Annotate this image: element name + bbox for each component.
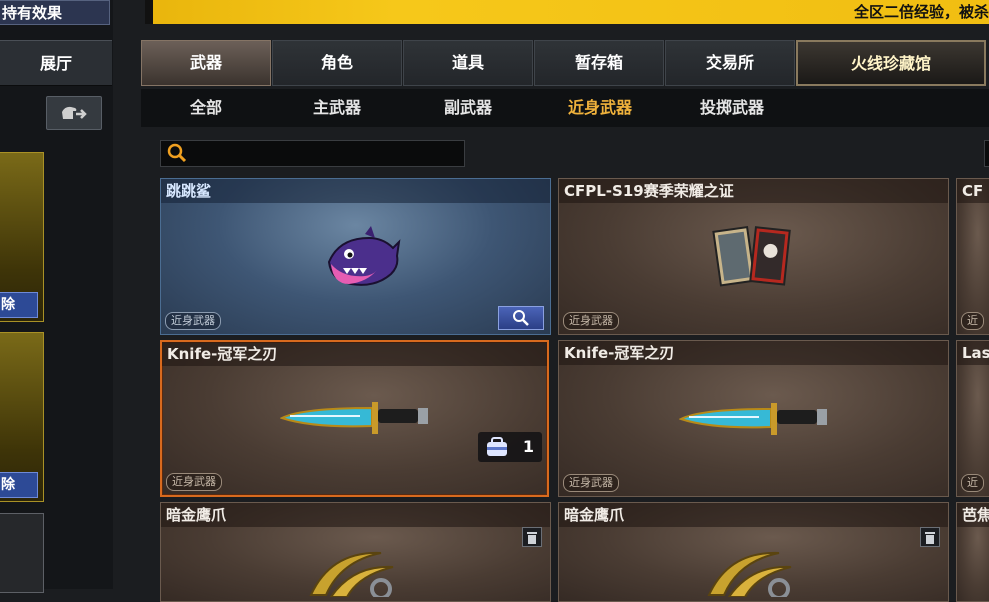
collection-slot-3[interactable] xyxy=(0,513,44,593)
view-toggle[interactable] xyxy=(984,140,989,167)
item-category-tag: 近身武器 xyxy=(563,312,619,330)
delete-button[interactable] xyxy=(920,527,940,547)
tab-exchange[interactable]: 交易所 xyxy=(665,40,795,86)
item-card[interactable]: 芭焦 xyxy=(956,502,989,602)
item-category-tag: 近身武器 xyxy=(563,474,619,492)
magnifier-icon xyxy=(513,310,529,326)
subtab-throwing[interactable]: 投掷武器 xyxy=(666,89,798,127)
item-card[interactable]: CFPL-S19赛季荣耀之证 近身武器 xyxy=(558,178,949,335)
share-button[interactable] xyxy=(46,96,102,130)
item-title: 暗金鹰爪 xyxy=(161,503,550,527)
tab-items[interactable]: 道具 xyxy=(403,40,533,86)
tab-treasure-hall[interactable]: 火线珍藏馆 xyxy=(796,40,986,86)
item-card[interactable]: 暗金鹰爪 xyxy=(558,502,949,602)
item-category-tag: 近 xyxy=(961,312,984,330)
item-count: 1 xyxy=(522,437,534,456)
tab-characters[interactable]: 角色 xyxy=(272,40,402,86)
subtab-melee[interactable]: 近身武器 xyxy=(534,89,666,127)
knife-item-icon xyxy=(679,403,827,435)
item-title: 暗金鹰爪 xyxy=(559,503,948,527)
item-category-tag: 近 xyxy=(961,474,984,492)
banner-stripe xyxy=(145,0,153,24)
item-title: Knife-冠军之刃 xyxy=(162,342,547,366)
item-count-badge: 1 xyxy=(478,432,542,462)
cards-item-icon xyxy=(712,226,791,287)
item-title: CFPL-S19赛季荣耀之证 xyxy=(559,179,948,203)
knife-item-icon xyxy=(280,402,428,434)
announcement-banner: 全区二倍经验，被杀 xyxy=(145,0,989,24)
item-title: Las xyxy=(957,341,989,365)
item-card[interactable]: 跳跳鲨 近身武器 xyxy=(160,178,551,335)
item-card[interactable]: 暗金鹰爪 xyxy=(160,502,551,602)
search-icon xyxy=(167,143,187,163)
item-title: 芭焦 xyxy=(957,503,989,527)
hand-share-icon xyxy=(62,106,87,119)
item-card[interactable]: Knife-冠军之刃 近身武器 xyxy=(558,340,949,497)
trash-icon xyxy=(925,532,935,544)
delete-button[interactable] xyxy=(522,527,542,547)
item-card-selected[interactable]: Knife-冠军之刃 1 近身武器 xyxy=(160,340,549,497)
claw-item-icon xyxy=(309,551,394,597)
hall-tab[interactable]: 展厅 xyxy=(0,40,112,86)
subtab-primary[interactable]: 主武器 xyxy=(272,89,402,127)
item-title: CF xyxy=(957,179,989,203)
trash-icon xyxy=(527,532,537,544)
remove-button[interactable]: 除 xyxy=(0,472,38,498)
tab-storage[interactable]: 暂存箱 xyxy=(534,40,664,86)
subtab-secondary[interactable]: 副武器 xyxy=(403,89,533,127)
held-effect-button[interactable]: 持有效果 xyxy=(0,0,110,25)
backpack-icon xyxy=(487,437,507,456)
tab-weapons[interactable]: 武器 xyxy=(141,40,271,86)
item-title: Knife-冠军之刃 xyxy=(559,341,948,365)
shark-item-icon xyxy=(327,226,401,286)
item-card[interactable]: CF 近 xyxy=(956,178,989,335)
item-title: 跳跳鲨 xyxy=(161,179,550,203)
remove-button[interactable]: 除 xyxy=(0,292,38,318)
search-input[interactable] xyxy=(160,140,465,167)
subtab-all[interactable]: 全部 xyxy=(141,89,271,127)
item-card[interactable]: Las 近 xyxy=(956,340,989,497)
item-category-tag: 近身武器 xyxy=(165,312,221,330)
announcement-text: 全区二倍经验，被杀 xyxy=(853,3,989,21)
inspect-button[interactable] xyxy=(498,306,544,330)
item-category-tag: 近身武器 xyxy=(166,473,222,491)
claw-item-icon xyxy=(707,551,792,597)
